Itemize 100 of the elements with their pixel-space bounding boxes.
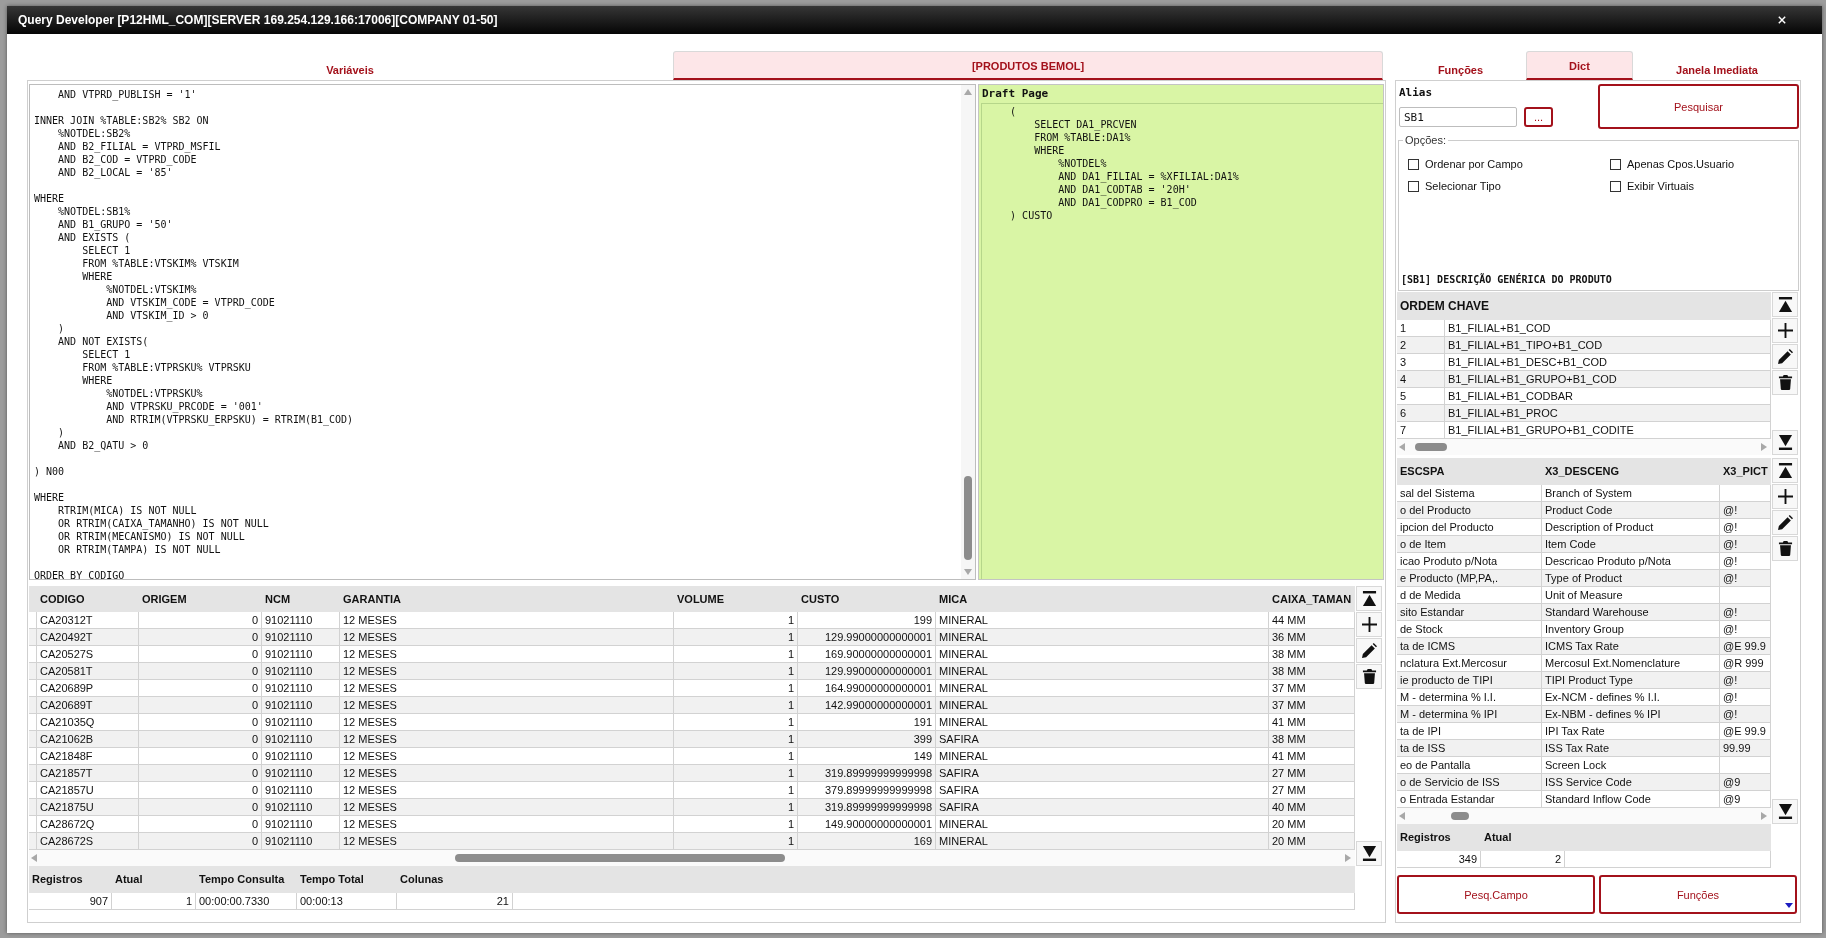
table-cell: 1 — [674, 680, 798, 697]
table-cell: CA20492T — [37, 629, 139, 646]
table-cell: 12 MESES — [340, 714, 674, 731]
table-cell: ta de IPI — [1397, 723, 1542, 740]
table-cell: M - determina % IPI — [1397, 706, 1542, 723]
row-indicator-cell[interactable] — [29, 748, 37, 765]
tab[interactable]: [PRODUTOS BEMOL] — [673, 51, 1383, 80]
row-indicator-cell[interactable] — [29, 612, 37, 629]
table-cell: 2 — [1481, 851, 1565, 868]
row-indicator-cell[interactable] — [29, 714, 37, 731]
row-indicator-cell[interactable] — [29, 799, 37, 816]
row-indicator-cell[interactable] — [29, 782, 37, 799]
add-button[interactable] — [1772, 484, 1798, 509]
move-to-bottom-button[interactable] — [1356, 841, 1382, 866]
table-cell: MINERAL — [936, 612, 1269, 629]
table-cell: MINERAL — [936, 748, 1269, 765]
search-button[interactable]: Pesquisar — [1598, 84, 1799, 129]
checkbox[interactable] — [1610, 158, 1621, 170]
scrollbar-thumb[interactable] — [1415, 443, 1447, 451]
horizontal-scrollbar[interactable] — [29, 850, 1355, 866]
edit-button[interactable] — [1356, 638, 1382, 663]
tab[interactable]: Variáveis — [27, 51, 673, 80]
edit-button[interactable] — [1772, 344, 1798, 369]
edit-button[interactable] — [1772, 510, 1798, 535]
scrollbar-thumb[interactable] — [964, 476, 972, 560]
action-button[interactable]: Pesq.Campo — [1397, 875, 1595, 914]
table-cell: 1 — [674, 697, 798, 714]
alias-input[interactable]: SB1 — [1399, 107, 1517, 127]
table-cell: 349 — [1397, 851, 1481, 868]
column-header[interactable]: X3_PICT — [1720, 458, 1771, 485]
column-header[interactable]: ESCSPA — [1397, 458, 1542, 485]
row-indicator-cell[interactable] — [29, 629, 37, 646]
scrollbar-thumb[interactable] — [1451, 812, 1469, 820]
table-cell: 319.89999999999998 — [798, 799, 936, 816]
table-cell: Standard Warehouse — [1542, 604, 1720, 621]
table-cell: Ex-NBM - defines % IPI — [1542, 706, 1720, 723]
scrollbar-thumb[interactable] — [455, 854, 785, 862]
table-cell: M - determina % I.I. — [1397, 689, 1542, 706]
column-header[interactable]: ORDEM — [1397, 292, 1445, 320]
checkbox[interactable] — [1610, 180, 1621, 192]
table-cell — [1720, 757, 1771, 774]
table-cell: 37 MM — [1269, 680, 1355, 697]
table-title: [SB1] DESCRIÇÃO GENÉRICA DO PRODUTO — [1401, 274, 1613, 286]
checkbox[interactable] — [1408, 158, 1419, 170]
column-header[interactable]: VOLUME — [674, 586, 798, 612]
row-indicator-cell[interactable] — [29, 663, 37, 680]
move-to-bottom-button[interactable] — [1772, 430, 1798, 455]
vertical-scrollbar[interactable] — [961, 85, 975, 579]
column-header[interactable]: CUSTO — [798, 586, 936, 612]
table-cell: Inventory Group — [1542, 621, 1720, 638]
column-header[interactable]: CHAVE — [1445, 292, 1771, 320]
row-indicator-cell[interactable] — [29, 680, 37, 697]
row-indicator-cell[interactable] — [29, 697, 37, 714]
table-cell: 149 — [798, 748, 936, 765]
action-button[interactable]: Funções — [1599, 875, 1797, 914]
table-cell: B1_FILIAL+B1_GRUPO+B1_CODITE — [1445, 422, 1771, 439]
row-indicator-cell[interactable] — [29, 816, 37, 833]
column-header: Colunas — [399, 872, 445, 887]
tab[interactable]: Dict — [1526, 51, 1633, 80]
table-cell: @! — [1720, 570, 1771, 587]
table-cell: IPI Tax Rate — [1542, 723, 1720, 740]
row-indicator-cell[interactable] — [29, 833, 37, 850]
table-cell: @! — [1720, 536, 1771, 553]
tab[interactable]: Funções — [1395, 51, 1526, 80]
table-cell: CA21848F — [37, 748, 139, 765]
add-button[interactable] — [1356, 612, 1382, 637]
horizontal-scrollbar[interactable] — [1397, 439, 1771, 455]
row-indicator-cell[interactable] — [29, 646, 37, 663]
row-indicator-cell[interactable] — [29, 731, 37, 748]
table-cell: 21 — [397, 893, 513, 910]
column-header: Registros — [31, 872, 84, 887]
move-to-top-button[interactable] — [1356, 586, 1382, 611]
column-header[interactable]: X3_DESCENG — [1542, 458, 1720, 485]
row-indicator-cell[interactable] — [29, 765, 37, 782]
table-cell: 1 — [674, 629, 798, 646]
draft-code[interactable]: ( SELECT DA1_PRCVEN FROM %TABLE:DA1% WHERE %NOTDEL% AND DA1_FILIAL = %XFILIAL:DA1% AND DA1_CODTAB = '20H' AND DA1_CODPRO = B1_COD ) CUSTO — [982, 104, 1383, 223]
delete-button[interactable] — [1772, 370, 1798, 395]
add-button[interactable] — [1772, 318, 1798, 343]
table-cell: 399 — [798, 731, 936, 748]
checkbox[interactable] — [1408, 180, 1419, 192]
column-header[interactable]: MICA — [936, 586, 1269, 612]
delete-button[interactable] — [1356, 664, 1382, 689]
move-to-bottom-button[interactable] — [1772, 799, 1798, 824]
move-to-top-button[interactable] — [1772, 458, 1798, 483]
delete-button[interactable] — [1772, 536, 1798, 561]
table-cell: 12 MESES — [340, 748, 674, 765]
table-cell: CA20581T — [37, 663, 139, 680]
table-cell: @E 99.9 — [1720, 638, 1771, 655]
tab[interactable]: Janela Imediata — [1633, 51, 1801, 80]
lookup-button[interactable]: ... — [1524, 107, 1553, 127]
column-header[interactable]: NCM — [262, 586, 340, 612]
table-cell: sal del Sistema — [1397, 485, 1542, 502]
column-header[interactable]: ORIGEM — [139, 586, 262, 612]
move-to-top-button[interactable] — [1772, 292, 1798, 317]
scroll-right-icon — [1345, 854, 1351, 862]
column-header[interactable]: CAIXA_TAMAN — [1269, 586, 1355, 612]
column-header[interactable]: GARANTIA — [340, 586, 674, 612]
horizontal-scrollbar[interactable] — [1397, 808, 1771, 824]
table-cell: @9 — [1720, 774, 1771, 791]
column-header[interactable]: CODIGO — [37, 586, 139, 612]
